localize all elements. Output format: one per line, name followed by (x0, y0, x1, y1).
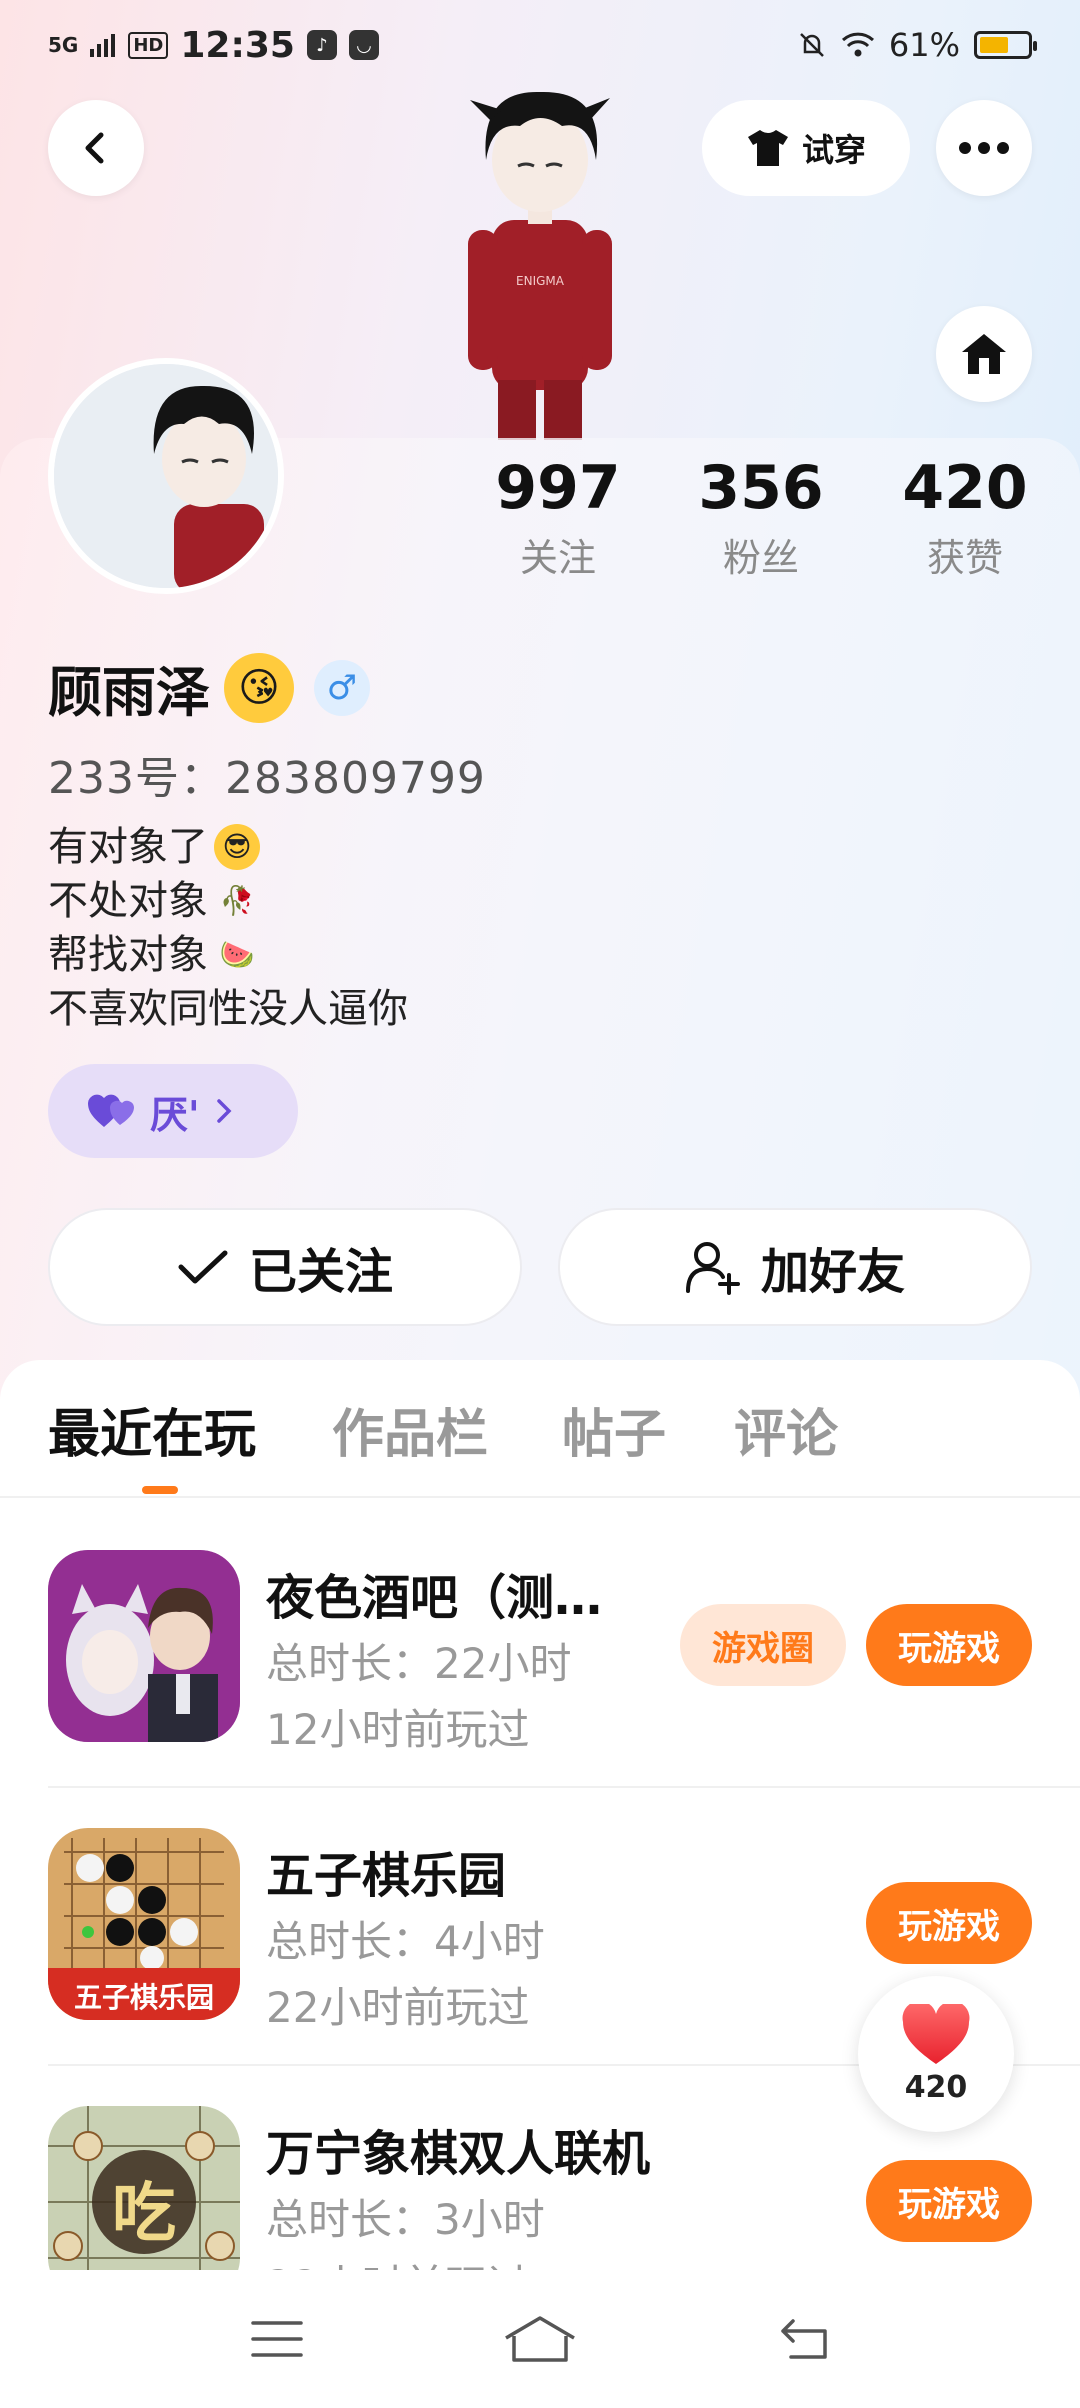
tshirt-icon (747, 130, 788, 166)
try-on-button[interactable]: 试穿 (702, 100, 910, 196)
bio: 有对象了 😎 不处对象 🥀 帮找对象 🍉 不喜欢同性没人逼你 (48, 820, 408, 1036)
male-gender-icon: ♂ (314, 659, 370, 716)
game-circle-button[interactable]: 游戏圈 (680, 1604, 846, 1686)
back-nav-icon[interactable] (775, 2317, 831, 2361)
more-button[interactable] (936, 100, 1032, 196)
game-last-played: 12小时前玩过 (266, 1705, 530, 1754)
fans-label: 粉丝 (722, 536, 799, 580)
following-count: 997 (495, 453, 621, 523)
bio-line-2: 不处对象 (48, 878, 208, 924)
menu-icon[interactable] (249, 2317, 305, 2361)
tab-comments[interactable]: 评论 (734, 1392, 838, 1467)
avatar[interactable] (48, 358, 284, 594)
add-friend-label: 加好友 (760, 1244, 905, 1300)
mute-bell-icon (799, 33, 824, 57)
chevron-left-icon (85, 132, 104, 164)
bio-line-1: 有对象了 (48, 824, 208, 870)
sunglasses-emoji-icon: 😎 (214, 824, 260, 870)
more-icon (959, 142, 1009, 154)
hd-badge: HD (128, 31, 169, 59)
chinese-chess-game-icon: 吃 (48, 2106, 240, 2282)
tab-posts[interactable]: 帖子 (562, 1392, 666, 1467)
notification-app-icon: ◡ (348, 30, 379, 60)
tiktok-icon: ♪ (306, 30, 337, 60)
like-count: 420 (904, 2069, 968, 2105)
game-title: 五子棋乐园 (266, 1848, 507, 1904)
home-icon (962, 334, 1006, 374)
game-last-played: 22小时前玩过 (266, 1983, 530, 2032)
double-heart-icon (88, 1094, 134, 1127)
home-button[interactable] (936, 306, 1032, 402)
play-game-button[interactable]: 玩游戏 (866, 1604, 1032, 1686)
tab-recently-played[interactable]: 最近在玩 (48, 1392, 256, 1467)
kiss-emoji-icon: 😘 (224, 652, 294, 723)
add-friend-icon (685, 1242, 740, 1295)
home-nav-icon[interactable] (502, 2314, 578, 2364)
like-button[interactable]: 420 (858, 1976, 1014, 2132)
avatar-image (54, 364, 278, 588)
signal-label: 5G (48, 33, 79, 57)
svg-text:ENIGMA: ENIGMA (516, 274, 565, 288)
tab-indicator (142, 1486, 178, 1494)
battery-percent: 61% (888, 26, 960, 64)
stat-following[interactable]: 997 关注 (468, 455, 648, 582)
tab-divider (0, 1496, 1080, 1498)
bio-line-3: 帮找对象 (48, 932, 208, 978)
user-id[interactable]: 233号：283809799 (48, 742, 486, 806)
gomoku-game-icon: 五子棋乐园 (48, 1828, 240, 2020)
name-row: 顾雨泽 😘 ♂ (48, 648, 370, 727)
clock: 12:35 (180, 24, 295, 66)
battery-fill (980, 37, 1009, 53)
heart-icon (902, 2003, 970, 2064)
user-name: 顾雨泽 (48, 661, 210, 724)
bio-line-4: 不喜欢同性没人逼你 (48, 986, 408, 1032)
stat-fans[interactable]: 356 粉丝 (671, 455, 851, 582)
play-game-button[interactable]: 玩游戏 (866, 2160, 1032, 2242)
game-duration: 总时长：22小时 (266, 1639, 572, 1688)
battery-icon (974, 31, 1037, 59)
followed-label: 已关注 (248, 1244, 393, 1300)
game-duration: 总时长：4小时 (266, 1917, 545, 1966)
likes-label: 获赞 (926, 536, 1003, 580)
try-on-label: 试穿 (801, 131, 866, 169)
relationship-tag-label: 厌' (150, 1092, 200, 1137)
following-label: 关注 (519, 536, 596, 580)
play-game-button[interactable]: 玩游戏 (866, 1882, 1032, 1964)
wilted-flower-emoji-icon: 🥀 (219, 884, 255, 917)
game-item-chinese-chess[interactable]: 吃 万宁象棋双人联机 总时长：3小时 22小时前玩过 玩游戏 (48, 2106, 1080, 2282)
likes-count: 420 (902, 453, 1028, 523)
status-bar: 5G HD 12:35 ♪ ◡ 61% (0, 0, 1080, 90)
stat-likes[interactable]: 420 获赞 (875, 455, 1055, 582)
signal-icon (90, 34, 116, 57)
game-title: 夜色酒吧（测… (266, 1570, 603, 1626)
night-bar-game-icon (48, 1550, 240, 1742)
game-duration: 总时长：3小时 (266, 2195, 545, 2244)
avatar-character-image: ENIGMA (468, 91, 612, 440)
add-friend-button[interactable]: 加好友 (558, 1208, 1032, 1326)
row-divider (48, 1786, 1080, 1788)
watermelon-emoji-icon: 🍉 (219, 938, 255, 971)
chevron-right-icon (216, 1099, 232, 1123)
check-icon (178, 1250, 228, 1284)
followed-button[interactable]: 已关注 (48, 1208, 522, 1326)
chinese-chess-icon-label: 吃 (112, 2177, 176, 2251)
wifi-icon (841, 32, 874, 57)
gomoku-icon-label: 五子棋乐园 (73, 1981, 214, 2014)
system-nav-bar (0, 2270, 1080, 2408)
back-button[interactable] (48, 100, 144, 196)
tab-works[interactable]: 作品栏 (332, 1392, 488, 1467)
game-title: 万宁象棋双人联机 (266, 2126, 651, 2182)
fans-count: 356 (698, 453, 824, 523)
relationship-tag[interactable]: 厌' (48, 1064, 298, 1158)
